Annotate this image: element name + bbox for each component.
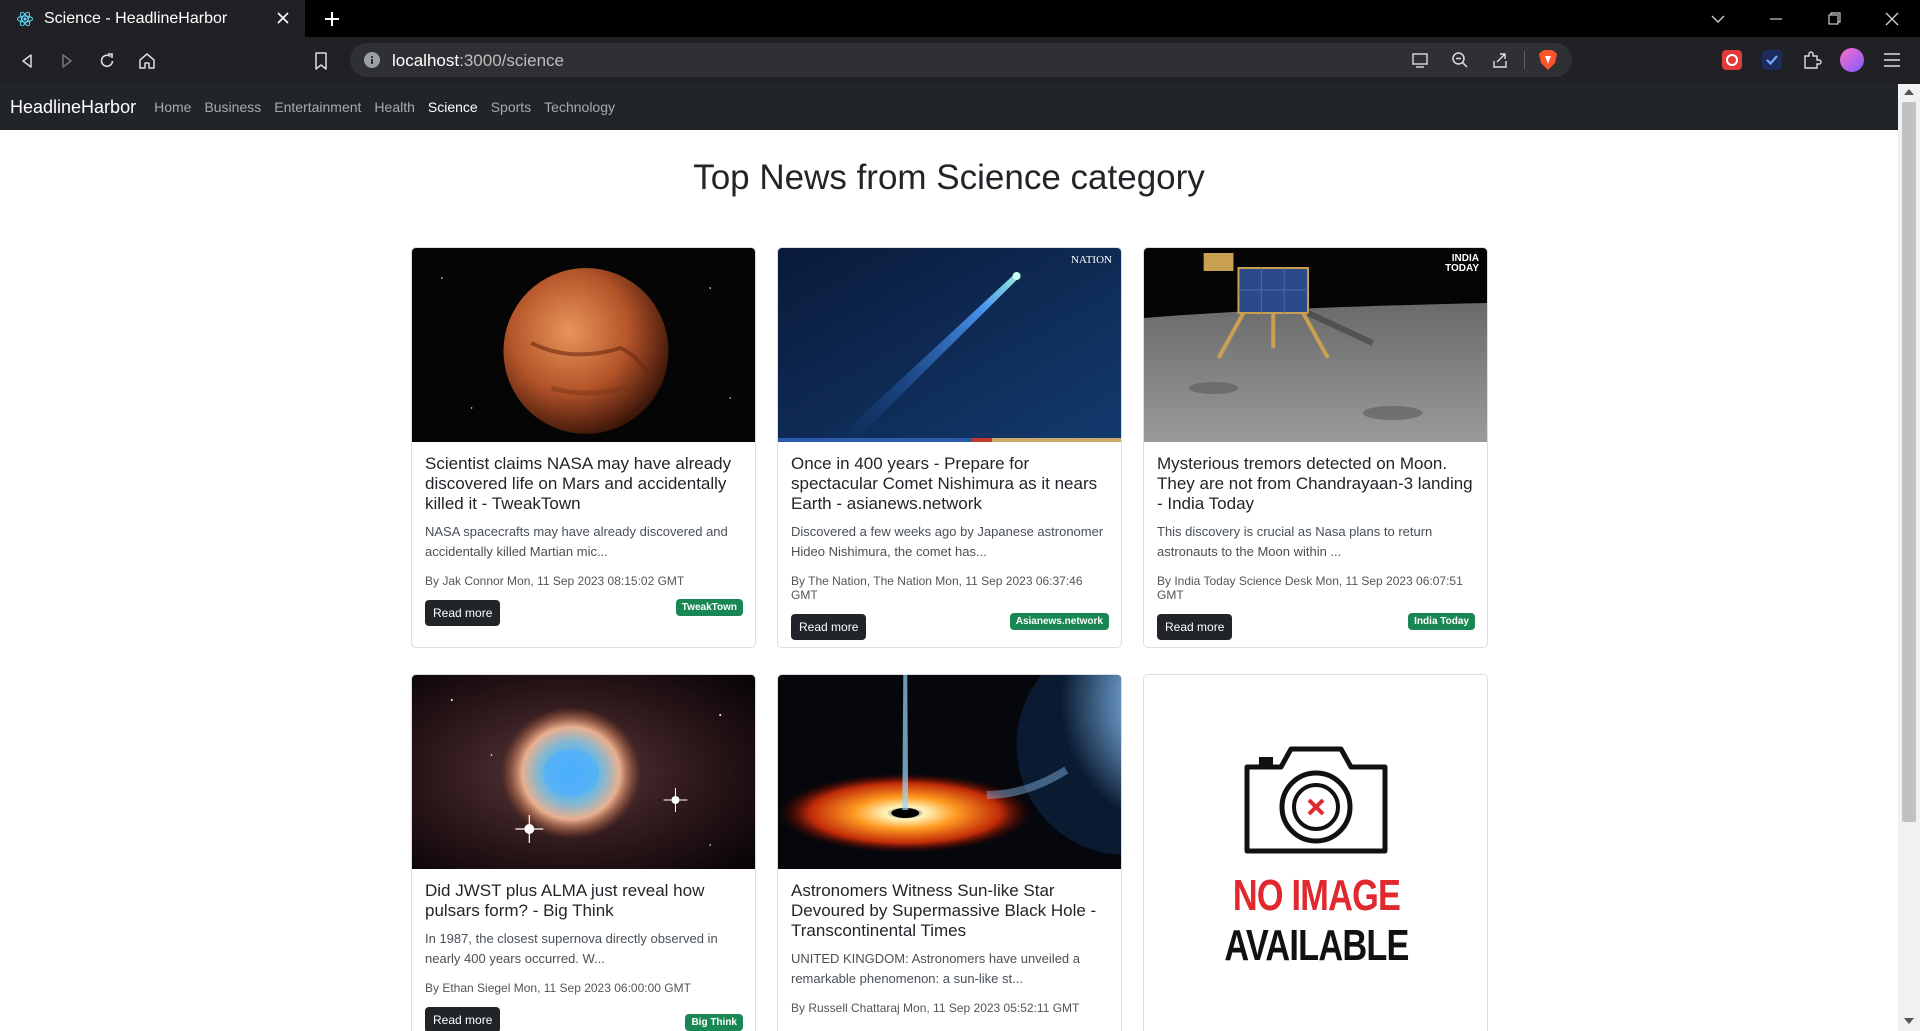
news-card: Scientist claims NASA may have already d… [411,247,756,648]
article-description: UNITED KINGDOM: Astronomers have unveile… [791,951,1080,986]
bookmark-icon[interactable] [306,46,336,76]
article-title: Did JWST plus ALMA just reveal how pulsa… [425,881,705,920]
camera-icon [1244,746,1388,854]
article-meta: By Jak Connor Mon, 11 Sep 2023 08:15:02 … [425,574,685,588]
extension-check-icon[interactable] [1758,46,1786,74]
nav-link-business[interactable]: Business [204,99,261,115]
back-icon[interactable] [12,46,42,76]
scrollbar-thumb[interactable] [1902,102,1916,822]
article-title: Once in 400 years - Prepare for spectacu… [791,454,1098,513]
forward-icon[interactable] [52,46,82,76]
cast-icon[interactable] [1408,48,1432,72]
article-meta: By Russell Chattaraj Mon, 11 Sep 2023 05… [791,1001,1080,1015]
share-icon[interactable] [1488,48,1512,72]
article-title: Scientist claims NASA may have already d… [425,454,732,513]
no-image-placeholder[interactable]: NO IMAGE AVAILABLE [1144,675,1487,1031]
page-scrollbar[interactable] [1898,84,1920,1031]
site-info-icon[interactable] [360,48,384,72]
extension-red-icon[interactable] [1718,46,1746,74]
article-description: This discovery is crucial as Nasa plans … [1157,524,1433,559]
minimize-window-icon[interactable] [1754,0,1798,37]
nav-link-science[interactable]: Science [428,99,478,115]
article-image-supernova[interactable] [412,675,755,869]
article-description: In 1987, the closest supernova directly … [425,931,718,966]
zoom-icon[interactable] [1448,48,1472,72]
profile-avatar-icon[interactable] [1838,46,1866,74]
india-today-watermark-logo: INDIA TODAY [1445,253,1479,274]
new-tab-button[interactable] [320,7,344,31]
news-card: NATION Once in 400 years - Prepare for s… [777,247,1122,648]
nation-watermark-logo: NATION [1071,254,1112,266]
news-card: NO IMAGE AVAILABLE [1143,674,1488,1031]
available-text: AVAILABLE [1224,921,1409,970]
browser-tab-strip: Science - HeadlineHarbor [0,0,1920,37]
news-card: Astronomers Witness Sun-like Star Devour… [777,674,1122,1031]
article-image-comet[interactable]: NATION [778,248,1121,442]
menu-hamburger-icon[interactable] [1878,46,1906,74]
browser-toolbar: localhost:3000/science [0,37,1920,84]
read-more-button[interactable]: Read more [1157,614,1233,640]
brand-logo-text[interactable]: HeadlineHarbor [10,97,136,118]
article-description: NASA spacecrafts may have already discov… [425,524,728,559]
source-badge: India Today [1408,613,1475,630]
article-meta: By Ethan Siegel Mon, 11 Sep 2023 06:00:0… [425,981,691,995]
article-image-mars[interactable] [412,248,755,442]
page-viewport: HeadlineHarbor Home Business Entertainme… [0,84,1898,1031]
scroll-down-arrow-icon[interactable] [1904,1018,1914,1024]
article-meta: By The Nation, The Nation Mon, 11 Sep 20… [791,574,1083,602]
close-window-icon[interactable] [1870,0,1914,37]
restore-window-icon[interactable] [1812,0,1856,37]
tab-search-chevron-icon[interactable] [1696,0,1740,37]
nav-link-health[interactable]: Health [374,99,414,115]
news-card: Did JWST plus ALMA just reveal how pulsa… [411,674,756,1031]
react-favicon-icon [16,10,34,28]
article-title: Astronomers Witness Sun-like Star Devour… [791,881,1097,940]
news-card: INDIA TODAY Mysterious tremors detected o… [1143,247,1488,648]
nav-link-technology[interactable]: Technology [544,99,615,115]
extensions-puzzle-icon[interactable] [1798,46,1826,74]
site-navbar: HeadlineHarbor Home Business Entertainme… [0,84,1898,130]
home-icon[interactable] [132,46,162,76]
nav-link-entertainment[interactable]: Entertainment [274,99,361,115]
source-badge: TweakTown [675,599,743,616]
browser-tab-active[interactable]: Science - HeadlineHarbor [0,0,305,37]
source-badge: Asianews.network [1009,613,1109,630]
article-meta: By India Today Science Desk Mon, 11 Sep … [1157,574,1463,602]
address-bar-divider [1524,51,1525,69]
article-image-moon-lander[interactable]: INDIA TODAY [1144,248,1487,442]
article-description: Discovered a few weeks ago by Japanese a… [791,524,1104,559]
brave-shields-icon[interactable] [1536,48,1560,72]
source-badge: Big Think [685,1014,743,1031]
page-title: Top News from Science category [693,158,1205,197]
no-image-text: NO IMAGE [1232,871,1401,920]
read-more-button[interactable]: Read more [425,600,501,626]
url-text: localhost:3000/science [392,51,565,70]
address-bar[interactable]: localhost:3000/science [350,43,1572,77]
article-title: Mysterious tremors detected on Moon. The… [1157,454,1473,513]
nav-link-sports[interactable]: Sports [491,99,531,115]
tab-title: Science - HeadlineHarbor [44,9,228,27]
read-more-button[interactable]: Read more [425,1007,501,1031]
scroll-up-arrow-icon[interactable] [1904,89,1914,95]
read-more-button[interactable]: Read more [791,614,867,640]
close-tab-icon[interactable] [273,8,293,28]
reload-icon[interactable] [92,46,122,76]
article-image-black-hole[interactable] [778,675,1121,869]
nav-link-home[interactable]: Home [154,99,191,115]
